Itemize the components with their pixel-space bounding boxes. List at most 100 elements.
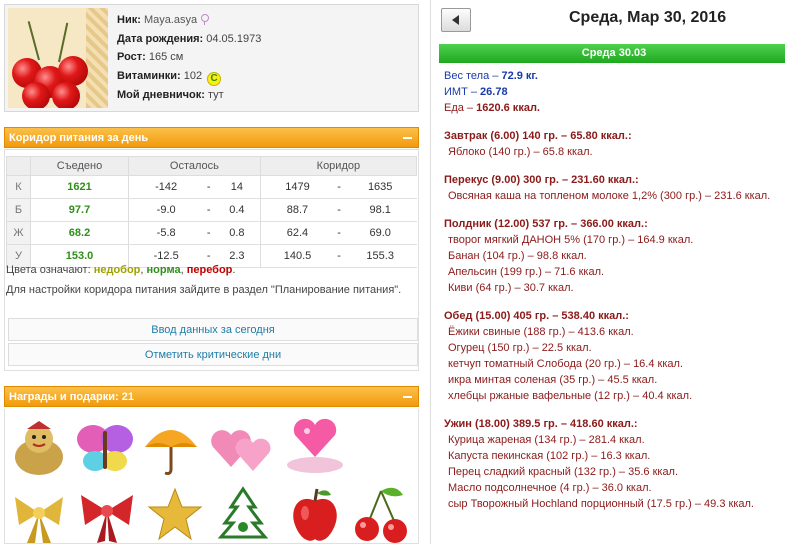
- table-row: К 1621 -142-14 1479-1635: [6, 175, 417, 199]
- meal-title[interactable]: Завтрак (6.00) 140 гр. – 65.80 ккал.:: [444, 128, 784, 144]
- dash: -: [334, 198, 344, 222]
- header-left: Осталось: [128, 156, 261, 176]
- header-corridor: Коридор: [259, 156, 418, 176]
- back-arrow-icon[interactable]: [441, 8, 471, 32]
- dash: -: [334, 244, 344, 268]
- meal-item[interactable]: творог мягкий ДАНОН 5% (170 гр.) – 164.9…: [444, 232, 784, 248]
- meal-item[interactable]: сыр Творожный Hochland порционный (17.5 …: [444, 496, 784, 512]
- table-row: Б 97.7 -9.0-0.4 88.7-98.1: [6, 198, 417, 222]
- left-min: -142: [128, 175, 204, 199]
- female-icon: [200, 14, 210, 25]
- meal-item[interactable]: хлебцы ржаные вафельные (12 гр.) – 40.4 …: [444, 388, 784, 404]
- legend-perebor: перебор: [186, 264, 233, 276]
- dash: -: [334, 175, 344, 199]
- gifts-title: Награды и подарки: 21: [9, 391, 134, 403]
- eaten-value: 68.2: [30, 221, 129, 245]
- dash: -: [203, 175, 215, 199]
- header-eaten: Съедено: [30, 156, 129, 176]
- cherry: [52, 82, 80, 108]
- gift-umbrella-icon[interactable]: [141, 417, 203, 477]
- vitamin-c-icon[interactable]: C: [207, 71, 222, 86]
- row-label: Б: [6, 198, 31, 222]
- food-label: Еда –: [444, 102, 474, 114]
- meal-item[interactable]: Капуста пекинская (102 гр.) – 16.3 ккал.: [444, 448, 784, 464]
- corridor-min: 1479: [259, 175, 335, 199]
- vitamins-value: 102: [183, 69, 203, 82]
- height-value: 165 см: [148, 51, 184, 63]
- meal-title[interactable]: Полдник (12.00) 537 гр. – 366.00 ккал.:: [444, 216, 784, 232]
- weight-value: 72.9 кг.: [501, 70, 538, 82]
- diary-label: Мой дневничок:: [117, 88, 205, 101]
- left-column: Ник: Maya.asya Дата рождения: 04.05.1973…: [0, 0, 423, 544]
- cherry-stem: [27, 21, 40, 61]
- meal-item[interactable]: Овсяная каша на топленом молоке 1,2% (30…: [444, 188, 784, 204]
- corridor-max: 155.3: [343, 244, 417, 268]
- meal-item[interactable]: Киви (64 гр.) – 30.7 ккал.: [444, 280, 784, 296]
- gifts-panel-header[interactable]: Награды и подарки: 21: [4, 386, 419, 407]
- gift-heart-cloud-icon[interactable]: [283, 417, 345, 477]
- row-label: Ж: [6, 221, 31, 245]
- gift-straw-doll-icon[interactable]: [9, 417, 71, 477]
- enter-today-button[interactable]: Ввод данных за сегодня: [8, 318, 418, 341]
- meal-item[interactable]: кетчуп томатный Слобода (20 гр.) – 16.4 …: [444, 356, 784, 372]
- left-min: -9.0: [128, 198, 204, 222]
- food-diary: Вес тела – 72.9 кг. ИМТ – 26.78 Еда – 16…: [444, 68, 784, 512]
- dash: -: [203, 198, 215, 222]
- corridor-min: 140.5: [259, 244, 335, 268]
- gift-apple-icon[interactable]: [285, 485, 347, 543]
- vitamins-label: Витаминки:: [117, 69, 181, 82]
- dash: -: [203, 221, 215, 245]
- meal-title[interactable]: Обед (15.00) 405 гр. – 538.40 ккал.:: [444, 308, 784, 324]
- gift-gold-bow-icon[interactable]: [9, 485, 71, 543]
- meal-item[interactable]: Апельсин (199 гр.) – 71.6 ккал.: [444, 264, 784, 280]
- legend-nedobor: недобор: [93, 264, 141, 276]
- nick-value[interactable]: Maya.asya: [144, 14, 197, 26]
- cherry: [22, 82, 50, 108]
- meal-item[interactable]: Масло подсолнечное (4 гр.) – 36.0 ккал.: [444, 480, 784, 496]
- avatar[interactable]: [8, 8, 108, 108]
- diary-link[interactable]: тут: [208, 89, 224, 101]
- gift-hearts-icon[interactable]: [209, 417, 271, 477]
- meal-item[interactable]: икра минтая соленая (35 гр.) – 45.5 ккал…: [444, 372, 784, 388]
- meal-title[interactable]: Перекус (9.00) 300 гр. – 231.60 ккал.:: [444, 172, 784, 188]
- left-max: 0.8: [214, 221, 261, 245]
- corridor-max: 69.0: [343, 221, 417, 245]
- nick-label: Ник:: [117, 14, 141, 26]
- corridor-max: 98.1: [343, 198, 417, 222]
- collapse-icon[interactable]: [403, 396, 412, 398]
- corridor-min: 88.7: [259, 198, 335, 222]
- eaten-value: 1621: [30, 175, 129, 199]
- corridor-hint: Для настройки коридора питания зайдите в…: [6, 284, 402, 296]
- collapse-icon[interactable]: [403, 137, 412, 139]
- meal-item[interactable]: Перец сладкий красный (132 гр.) – 35.6 к…: [444, 464, 784, 480]
- gift-butterfly-icon[interactable]: [75, 417, 137, 477]
- meal-title[interactable]: Ужин (18.00) 389.5 гр. – 418.60 ккал.:: [444, 416, 784, 432]
- corridor-panel-header[interactable]: Коридор питания за день: [4, 127, 419, 148]
- bmi-label: ИМТ –: [444, 86, 477, 98]
- legend-prefix: Цвета означают:: [6, 264, 91, 276]
- meal-item[interactable]: Огурец (150 гр.) – 22.5 ккал.: [444, 340, 784, 356]
- meal-item[interactable]: Яблоко (140 гр.) – 65.8 ккал.: [444, 144, 784, 160]
- meal-item[interactable]: Ёжики свиные (188 гр.) – 413.6 ккал.: [444, 324, 784, 340]
- eaten-value: 97.7: [30, 198, 129, 222]
- day-title: Среда, Мар 30, 2016: [569, 9, 727, 26]
- corridor-title: Коридор питания за день: [9, 132, 149, 144]
- gift-red-bow-icon[interactable]: [77, 485, 139, 543]
- gift-cherries-icon[interactable]: [351, 485, 413, 543]
- left-min: -5.8: [128, 221, 204, 245]
- gift-tree-icon[interactable]: [213, 485, 275, 543]
- critical-days-button[interactable]: Отметить критические дни: [8, 343, 418, 366]
- table-row: Ж 68.2 -5.8-0.8 62.4-69.0: [6, 221, 417, 245]
- birth-label: Дата рождения:: [117, 32, 204, 45]
- gifts-grid: [4, 409, 419, 544]
- weight-label: Вес тела –: [444, 70, 499, 82]
- legend-norma: норма: [146, 264, 181, 276]
- left-max: 0.4: [214, 198, 261, 222]
- gift-gold-star-icon[interactable]: [145, 485, 207, 543]
- profile-card: Ник: Maya.asya Дата рождения: 04.05.1973…: [4, 4, 419, 112]
- height-label: Рост:: [117, 51, 146, 63]
- meal-item[interactable]: Банан (104 гр.) – 98.8 ккал.: [444, 248, 784, 264]
- birth-value: 04.05.1973: [206, 32, 262, 45]
- color-legend: Цвета означают: недобор, норма, перебор.: [6, 264, 236, 276]
- meal-item[interactable]: Курица жареная (134 гр.) – 281.4 ккал.: [444, 432, 784, 448]
